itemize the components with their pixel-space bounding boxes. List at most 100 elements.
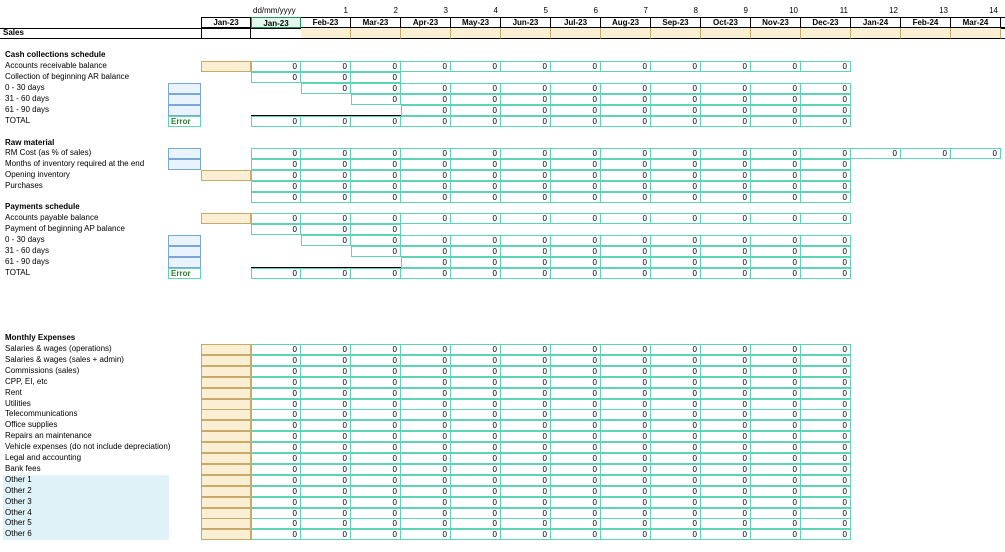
expense-cell[interactable]: 0 <box>551 485 601 497</box>
sales-cell[interactable] <box>651 28 701 39</box>
cash-61-90-input[interactable] <box>168 105 201 116</box>
cash-total-cell[interactable]: 0 <box>801 116 851 127</box>
expense-cell[interactable]: 0 <box>701 485 751 497</box>
expense-cell[interactable]: 0 <box>751 529 801 541</box>
pay-total-cell[interactable]: 0 <box>451 268 501 279</box>
expense-cell[interactable]: 0 <box>651 344 701 355</box>
cash-total-cell[interactable]: 0 <box>601 116 651 127</box>
opening-inventory-cell[interactable]: 0 <box>301 170 351 181</box>
expense-cell[interactable]: 0 <box>651 431 701 443</box>
expense-input[interactable] <box>201 529 251 541</box>
purchases-cell[interactable]: 0 <box>751 181 801 192</box>
expense-cell[interactable]: 0 <box>751 398 801 410</box>
expense-input[interactable] <box>201 485 251 497</box>
opening-inventory-cell[interactable]: 0 <box>751 170 801 181</box>
pay-total-cell[interactable]: 0 <box>601 268 651 279</box>
purchases-cell[interactable]: 0 <box>701 181 751 192</box>
opening-inventory-cell[interactable]: 0 <box>401 170 451 181</box>
expense-cell[interactable]: 0 <box>601 409 651 421</box>
expense-cell[interactable]: 0 <box>451 376 501 388</box>
expense-cell[interactable]: 0 <box>401 354 451 366</box>
expense-cell[interactable]: 0 <box>451 474 501 486</box>
pay-0-30-cell[interactable]: 0 <box>551 235 601 246</box>
collection-ar-cell[interactable]: 0 <box>351 72 401 83</box>
expense-cell[interactable]: 0 <box>701 387 751 399</box>
sales-cell[interactable] <box>751 28 801 39</box>
purchases-cell[interactable]: 0 <box>251 181 301 192</box>
expense-cell[interactable]: 0 <box>401 518 451 530</box>
expense-input[interactable] <box>201 398 251 410</box>
cash-61-90-cell[interactable]: 0 <box>451 105 501 116</box>
pay-31-60-cell[interactable]: 0 <box>751 246 801 257</box>
months-inventory-cell[interactable]: 0 <box>401 159 451 170</box>
pay-total-cell[interactable]: 0 <box>551 268 601 279</box>
expense-cell[interactable]: 0 <box>251 398 301 410</box>
ar-balance-cell[interactable]: 0 <box>401 61 451 72</box>
expense-cell[interactable]: 0 <box>601 365 651 377</box>
pay-61-90-cell[interactable]: 0 <box>701 257 751 268</box>
cash-0-30-input[interactable] <box>168 83 201 94</box>
expense-cell[interactable]: 0 <box>501 496 551 508</box>
month-header-cell[interactable]: Feb-23 <box>301 17 351 28</box>
ar-balance-cell[interactable]: 0 <box>651 61 701 72</box>
expense-cell[interactable]: 0 <box>601 376 651 388</box>
rm-cost-cell[interactable]: 0 <box>551 148 601 159</box>
ap-balance-input[interactable] <box>201 213 251 224</box>
pay-31-60-cell[interactable]: 0 <box>401 246 451 257</box>
expense-cell[interactable]: 0 <box>551 376 601 388</box>
ar-balance-cell[interactable]: 0 <box>251 61 301 72</box>
expense-cell[interactable]: 0 <box>601 398 651 410</box>
expense-cell[interactable]: 0 <box>251 529 301 541</box>
cash-0-30-cell[interactable]: 0 <box>351 83 401 94</box>
expense-cell[interactable]: 0 <box>501 387 551 399</box>
expense-cell[interactable]: 0 <box>251 365 301 377</box>
expense-cell[interactable]: 0 <box>601 442 651 454</box>
expense-cell[interactable]: 0 <box>801 398 851 410</box>
ap-balance-cell[interactable]: 0 <box>301 213 351 224</box>
cash-total-cell[interactable]: 0 <box>651 116 701 127</box>
cash-31-60-cell[interactable]: 0 <box>751 94 801 105</box>
expense-cell[interactable]: 0 <box>801 354 851 366</box>
months-inventory-cell[interactable]: 0 <box>351 159 401 170</box>
expense-cell[interactable]: 0 <box>301 344 351 355</box>
expense-cell[interactable]: 0 <box>751 344 801 355</box>
expense-cell[interactable]: 0 <box>351 496 401 508</box>
sales-cell[interactable] <box>851 28 901 39</box>
expense-cell[interactable]: 0 <box>551 398 601 410</box>
sales-cell[interactable] <box>401 28 451 39</box>
pay-0-30-cell[interactable]: 0 <box>401 235 451 246</box>
purchases-cell[interactable]: 0 <box>501 181 551 192</box>
expense-cell[interactable]: 0 <box>501 398 551 410</box>
sales-cell[interactable] <box>301 28 351 39</box>
expense-cell[interactable]: 0 <box>451 365 501 377</box>
expense-cell[interactable]: 0 <box>251 496 301 508</box>
expense-cell[interactable]: 0 <box>451 485 501 497</box>
cash-total-cell[interactable]: 0 <box>451 116 501 127</box>
rm-cost-cell[interactable]: 0 <box>851 148 901 159</box>
raw-extra-cell[interactable]: 0 <box>751 192 801 203</box>
expense-cell[interactable]: 0 <box>601 420 651 432</box>
sales-cell[interactable] <box>451 28 501 39</box>
expense-cell[interactable]: 0 <box>701 365 751 377</box>
expense-cell[interactable]: 0 <box>451 496 501 508</box>
cash-0-30-cell[interactable]: 0 <box>651 83 701 94</box>
expense-cell[interactable]: 0 <box>301 409 351 421</box>
expense-cell[interactable]: 0 <box>351 344 401 355</box>
raw-extra-cell[interactable]: 0 <box>501 192 551 203</box>
raw-extra-cell[interactable]: 0 <box>551 192 601 203</box>
expense-input[interactable] <box>201 496 251 508</box>
cash-0-30-cell[interactable]: 0 <box>551 83 601 94</box>
expense-cell[interactable]: 0 <box>701 463 751 475</box>
expense-cell[interactable]: 0 <box>601 387 651 399</box>
raw-extra-cell[interactable]: 0 <box>451 192 501 203</box>
payment-ap-cell[interactable]: 0 <box>301 224 351 235</box>
expense-cell[interactable]: 0 <box>501 344 551 355</box>
cash-31-60-input[interactable] <box>168 94 201 105</box>
expense-cell[interactable]: 0 <box>301 518 351 530</box>
month-header-cell[interactable]: Jan-23 <box>251 17 301 28</box>
expense-cell[interactable]: 0 <box>451 431 501 443</box>
month-header-cell[interactable]: Jan-23 <box>201 17 251 28</box>
expense-cell[interactable]: 0 <box>801 420 851 432</box>
expense-cell[interactable]: 0 <box>451 398 501 410</box>
rm-cost-cell[interactable]: 0 <box>951 148 1001 159</box>
